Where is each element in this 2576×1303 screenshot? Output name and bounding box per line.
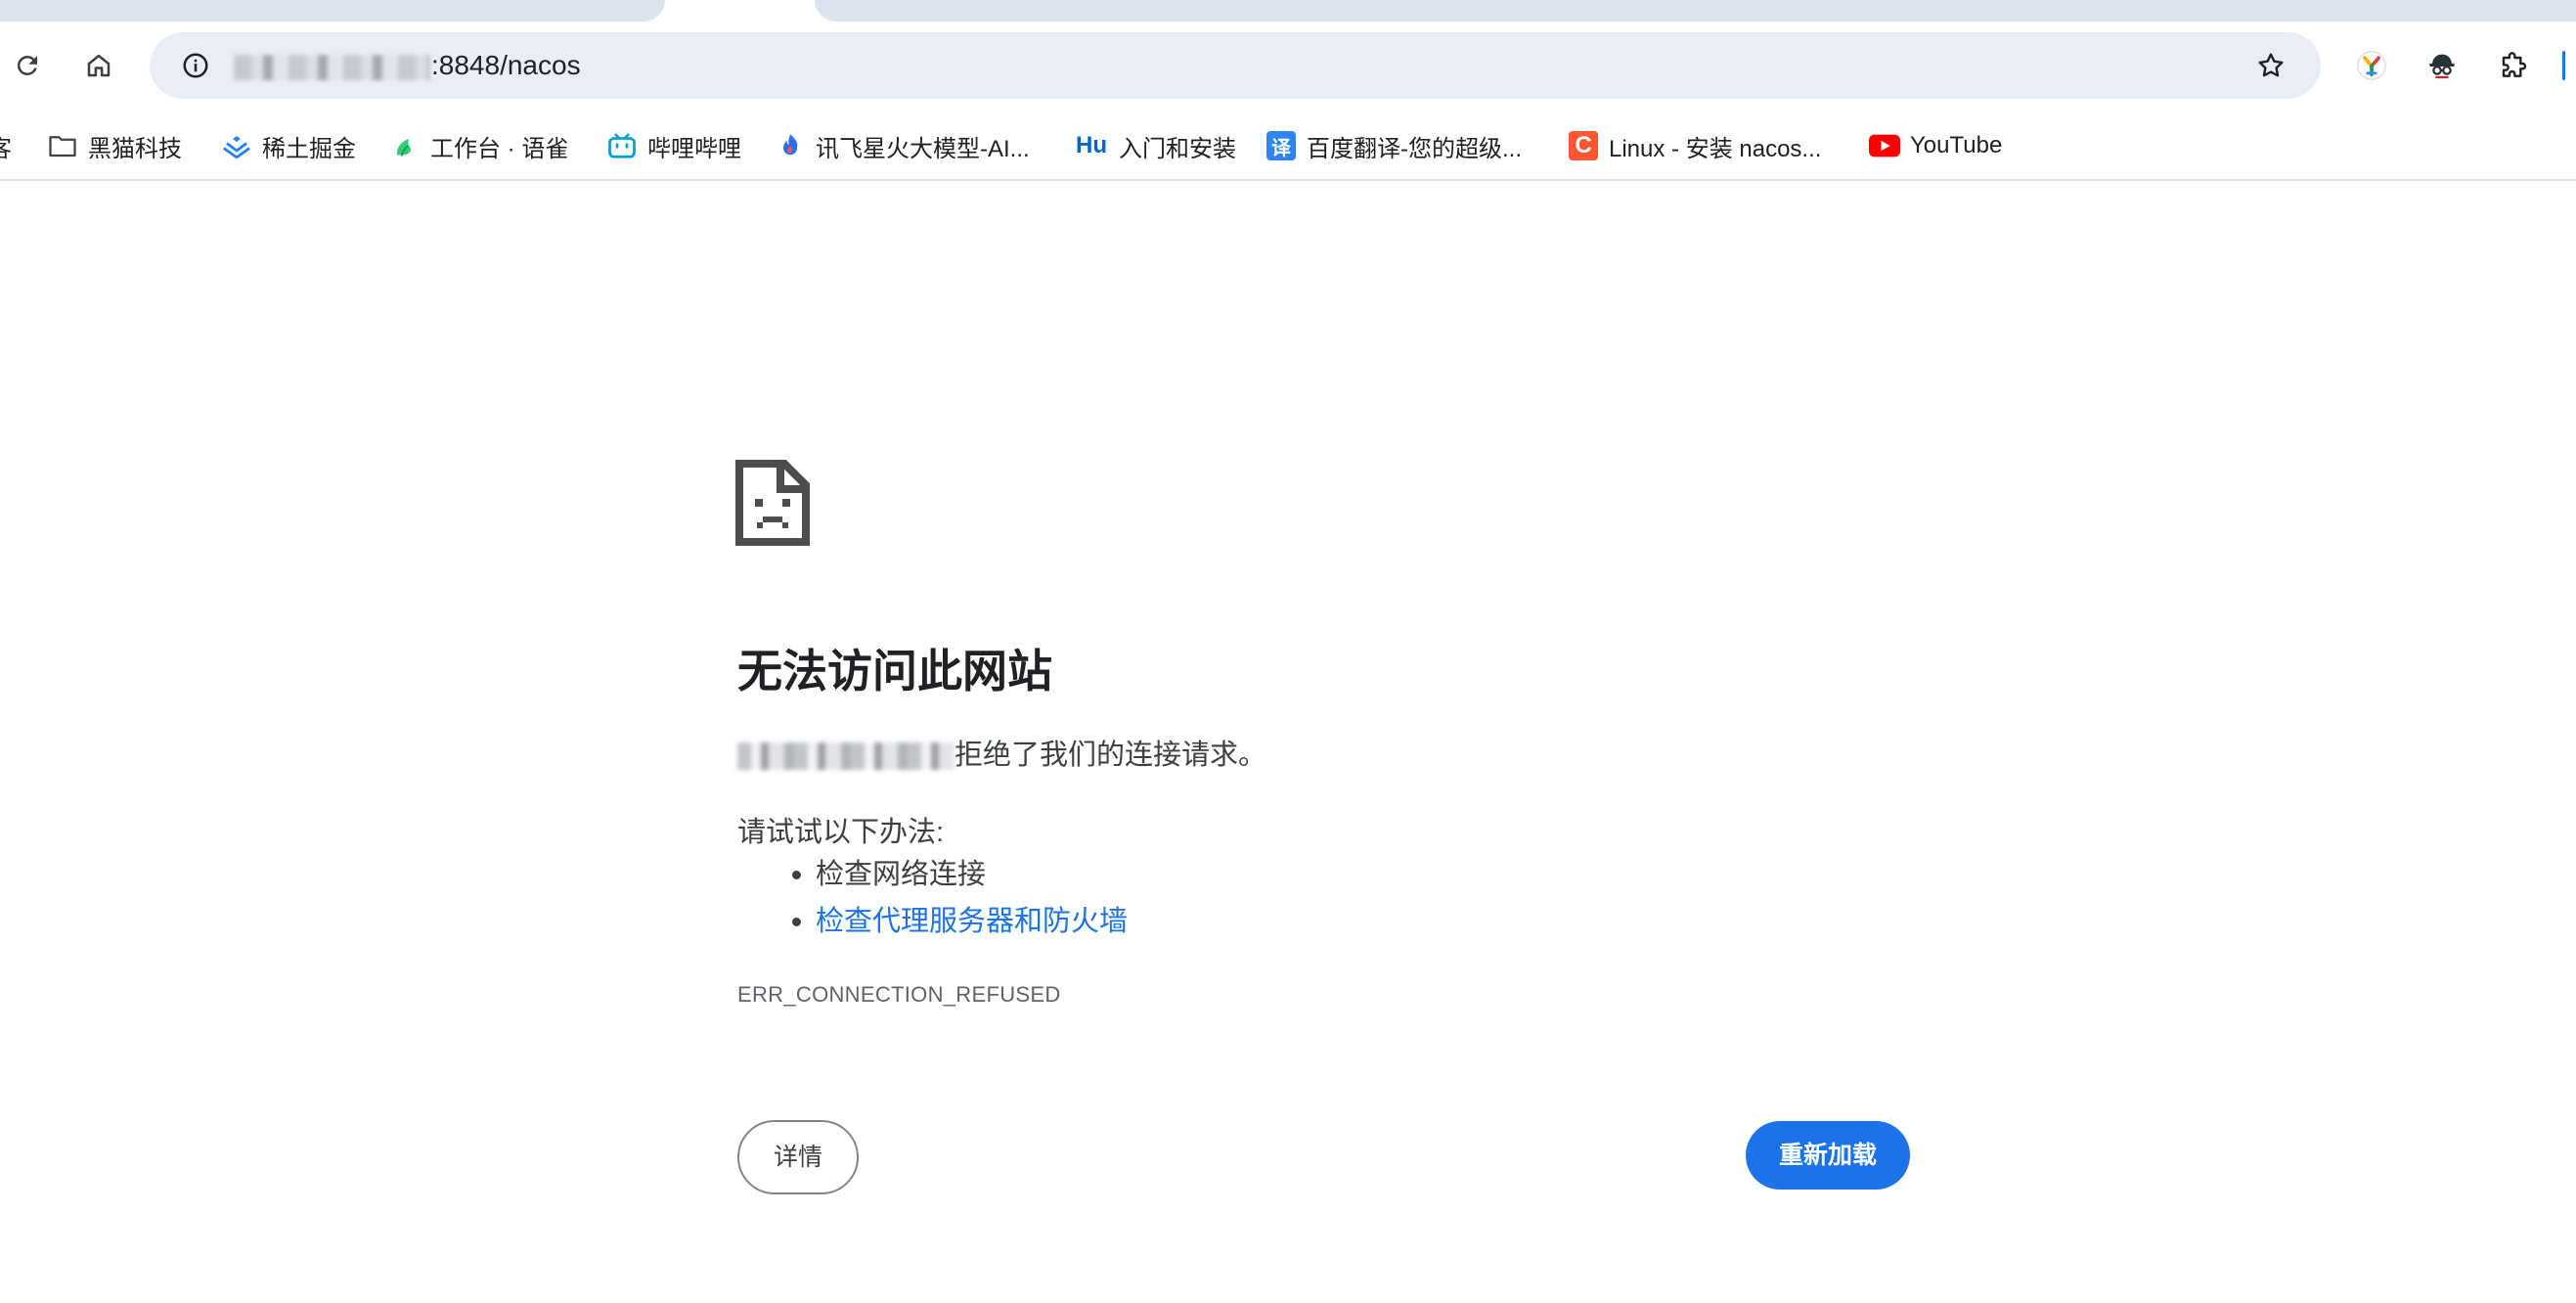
side-panel-indicator[interactable]: [2562, 51, 2565, 80]
folder-icon: [47, 130, 78, 161]
youtube-icon: [1869, 130, 1900, 161]
yuque-icon: [389, 130, 421, 161]
bookmarks-bar: 客 黑猫科技 稀土掘金 工作台 · 语雀 哔哩哔哩 讯飞星火大模型-AI... …: [0, 112, 2576, 181]
extension-spy-icon[interactable]: [2413, 36, 2471, 95]
bookmark-label: Linux - 安装 nacos...: [1609, 135, 1822, 162]
bookmark-baidu-translate[interactable]: 译 百度翻译-您的超级...: [1266, 122, 1522, 169]
bookmark-label: 讯飞星火大模型-AI...: [816, 135, 1030, 162]
bookmark-youtube[interactable]: YouTube: [1869, 122, 2002, 169]
bookmark-hu-install[interactable]: Hu 入门和安装: [1074, 122, 1236, 169]
bookmark-label: 工作台 · 语雀: [430, 135, 569, 162]
error-host-message: 拒绝了我们的连接请求。: [737, 732, 1266, 773]
error-code: ERR_CONNECTION_REFUSED: [737, 982, 1061, 1007]
csdn-icon: C: [1568, 130, 1599, 161]
bookmark-bilibili[interactable]: 哔哩哔哩: [606, 122, 741, 169]
bookmark-label: 黑猫科技: [88, 135, 182, 162]
juejin-icon: [221, 130, 252, 161]
bookmark-xinghuo[interactable]: 讯飞星火大模型-AI...: [775, 122, 1030, 169]
suggestion-item: 检查代理服务器和防火墙: [737, 898, 1128, 945]
bookmark-csdn-linux-nacos[interactable]: C Linux - 安装 nacos...: [1568, 122, 1821, 169]
url-text[interactable]: :8848/nacos: [234, 32, 581, 99]
inactive-tab-left[interactable]: [0, 0, 665, 22]
suggestion-text: 检查网络连接: [816, 859, 987, 890]
reload-button[interactable]: 重新加载: [1746, 1121, 1910, 1190]
details-button[interactable]: 详情: [737, 1120, 859, 1194]
bookmark-partial[interactable]: 客: [0, 122, 12, 169]
address-bar[interactable]: :8848/nacos: [150, 32, 2321, 99]
bookmark-label: 百度翻译-您的超级...: [1307, 135, 1522, 162]
error-title: 无法访问此网站: [737, 646, 1052, 696]
bookmark-star-icon[interactable]: [2243, 37, 2299, 94]
redacted-host: [234, 54, 429, 80]
bullet-icon: [792, 918, 801, 926]
site-info-icon[interactable]: [167, 37, 224, 94]
browser-toolbar: :8848/nacos: [0, 22, 2576, 112]
suggestion-link-proxy-firewall[interactable]: 检查代理服务器和防火墙: [816, 906, 1128, 937]
bookmark-juejin[interactable]: 稀土掘金: [221, 122, 356, 169]
try-label: 请试试以下办法:: [737, 817, 945, 848]
suggestion-item: 检查网络连接: [737, 851, 1128, 898]
host-message-text: 拒绝了我们的连接请求。: [955, 740, 1267, 771]
bookmark-label: 客: [0, 129, 12, 163]
sad-document-icon: [735, 460, 810, 546]
reload-icon[interactable]: [0, 36, 57, 95]
extensions-puzzle-icon[interactable]: [2484, 36, 2543, 95]
bookmark-label: 哔哩哔哩: [647, 135, 741, 162]
tab-strip: [0, 0, 2576, 22]
hu-icon: Hu: [1076, 132, 1107, 158]
home-icon[interactable]: [69, 36, 128, 95]
bookmark-folder-heimao[interactable]: 黑猫科技: [47, 122, 182, 169]
extension-y-icon[interactable]: [2342, 36, 2401, 95]
baidu-translate-icon: 译: [1266, 130, 1297, 161]
redacted-host: [737, 742, 955, 771]
url-visible: :8848/nacos: [431, 50, 581, 80]
suggestion-list: 检查网络连接 检查代理服务器和防火墙: [737, 851, 1128, 945]
bookmark-yuque[interactable]: 工作台 · 语雀: [389, 122, 568, 169]
bookmark-label: 稀土掘金: [262, 135, 356, 162]
bullet-icon: [792, 871, 801, 879]
bookmark-label: YouTube: [1910, 132, 2003, 158]
xinghuo-icon: [775, 130, 806, 161]
bilibili-icon: [606, 130, 638, 161]
bookmark-label: 入门和安装: [1119, 135, 1236, 162]
inactive-tab-right[interactable]: [815, 0, 2576, 22]
